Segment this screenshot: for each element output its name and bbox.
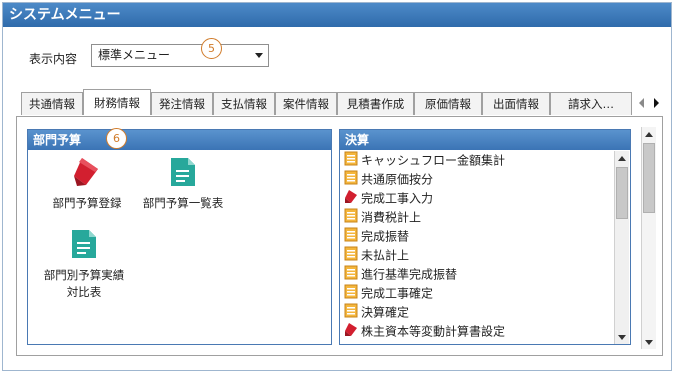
- pencil-icon: [344, 322, 358, 341]
- chevron-down-icon[interactable]: [255, 53, 263, 58]
- budget-registration-item[interactable]: 部門予算登録: [42, 156, 132, 212]
- settlement-item-label: 株主資本等変動計算書設定: [361, 324, 506, 339]
- tab-scroll-right-icon[interactable]: [654, 98, 659, 108]
- document-icon: [171, 158, 195, 186]
- scroll-up-icon[interactable]: [645, 132, 653, 137]
- scroll-thumb[interactable]: [643, 143, 655, 213]
- display-content-select[interactable]: 標準メニュー: [91, 44, 269, 67]
- budget-comparison-label: 部門別予算実績対比表: [43, 268, 125, 299]
- budget-list-label: 部門予算一覧表: [142, 196, 224, 210]
- settlement-item-label: 未払計上: [361, 248, 410, 263]
- tab-attendance-info[interactable]: 出面情報: [482, 92, 550, 115]
- ledger-icon: [344, 265, 358, 285]
- display-content-label: 表示内容: [29, 52, 78, 66]
- window-title: システムメニュー: [3, 3, 671, 27]
- budget-section: 部門予算 6 部門予算登録 部門予算一覧表 部門別予算実績対比表: [27, 128, 332, 345]
- settlement-item-label: 進行基準完成振替: [361, 267, 458, 282]
- scroll-thumb[interactable]: [616, 167, 628, 219]
- ledger-icon: [344, 303, 358, 323]
- tab-content-panel: 部門予算 6 部門予算登録 部門予算一覧表 部門別予算実績対比表 決算 キャッシ…: [16, 116, 663, 356]
- ledger-icon: [344, 284, 358, 304]
- tab-common-info[interactable]: 共通情報: [21, 92, 83, 115]
- settlement-item-label: キャッシュフロー金額集計: [361, 153, 506, 168]
- settlement-section-title: 決算: [340, 130, 630, 150]
- budget-comparison-item[interactable]: 部門別予算実績対比表: [32, 228, 136, 301]
- pencil-icon: [344, 189, 358, 209]
- settlement-list-item[interactable]: 完成工事入力: [344, 189, 433, 207]
- settlement-list-item[interactable]: 完成振替: [344, 227, 409, 245]
- settlement-list-item[interactable]: 株主資本等変動計算書設定: [344, 322, 505, 340]
- callout-marker-6: 6: [106, 128, 127, 149]
- display-content-value: 標準メニュー: [98, 48, 171, 62]
- scroll-down-icon[interactable]: [645, 340, 653, 345]
- settlement-item-label: 完成工事入力: [361, 191, 434, 206]
- settlement-list-item[interactable]: 共通原価按分: [344, 170, 433, 188]
- settlement-list-item[interactable]: 進行基準完成振替: [344, 265, 457, 283]
- settlement-list-item[interactable]: 完成工事確定: [344, 284, 433, 302]
- budget-list-item[interactable]: 部門予算一覧表: [138, 156, 228, 212]
- settlement-list-item[interactable]: 決算確定: [344, 303, 409, 321]
- tab-billing[interactable]: 請求入…: [550, 92, 632, 115]
- scroll-up-icon[interactable]: [618, 156, 626, 161]
- budget-section-title: 部門予算: [28, 130, 331, 150]
- tab-quote-creation[interactable]: 見積書作成: [337, 92, 414, 115]
- pencil-icon: [74, 158, 98, 186]
- settlement-item-label: 共通原価按分: [361, 172, 434, 187]
- panel-scrollbar[interactable]: [641, 127, 656, 349]
- system-menu-window: システムメニュー 表示内容 標準メニュー 5 共通情報 財務情報 発注情報 支払…: [2, 2, 672, 371]
- settlement-list: キャッシュフロー金額集計 共通原価按分 完成工事入力 消費税計上完成振替未払計上進行基…: [341, 151, 611, 341]
- tab-cost-info[interactable]: 原価情報: [414, 92, 482, 115]
- callout-marker-5: 5: [201, 38, 222, 59]
- settlement-list-scrollbar[interactable]: [614, 151, 629, 344]
- settlement-item-label: 決算確定: [361, 305, 410, 320]
- scroll-down-icon[interactable]: [618, 335, 626, 340]
- settlement-list-item[interactable]: 消費税計上: [344, 208, 421, 226]
- settlement-item-label: 完成工事確定: [361, 286, 434, 301]
- settlement-section: 決算 キャッシュフロー金額集計 共通原価按分 完成工事入力 消費税計上完成振替未払計上…: [339, 129, 631, 345]
- tab-payment-info[interactable]: 支払情報: [213, 92, 275, 115]
- settlement-item-label: 消費税計上: [361, 210, 422, 225]
- tab-finance-info[interactable]: 財務情報: [83, 89, 151, 115]
- ledger-icon: [344, 170, 358, 190]
- ledger-icon: [344, 227, 358, 247]
- tab-case-info[interactable]: 案件情報: [275, 92, 337, 115]
- ledger-icon: [344, 246, 358, 266]
- tab-scroll-left-icon[interactable]: [639, 98, 644, 108]
- budget-registration-label: 部門予算登録: [52, 196, 122, 210]
- settlement-list-item[interactable]: キャッシュフロー金額集計: [344, 151, 505, 169]
- settlement-item-label: 完成振替: [361, 229, 410, 244]
- settlement-list-item[interactable]: 未払計上: [344, 246, 409, 264]
- ledger-icon: [344, 208, 358, 228]
- tab-order-info[interactable]: 発注情報: [151, 92, 213, 115]
- document-icon: [72, 230, 96, 258]
- ledger-icon: [344, 151, 358, 171]
